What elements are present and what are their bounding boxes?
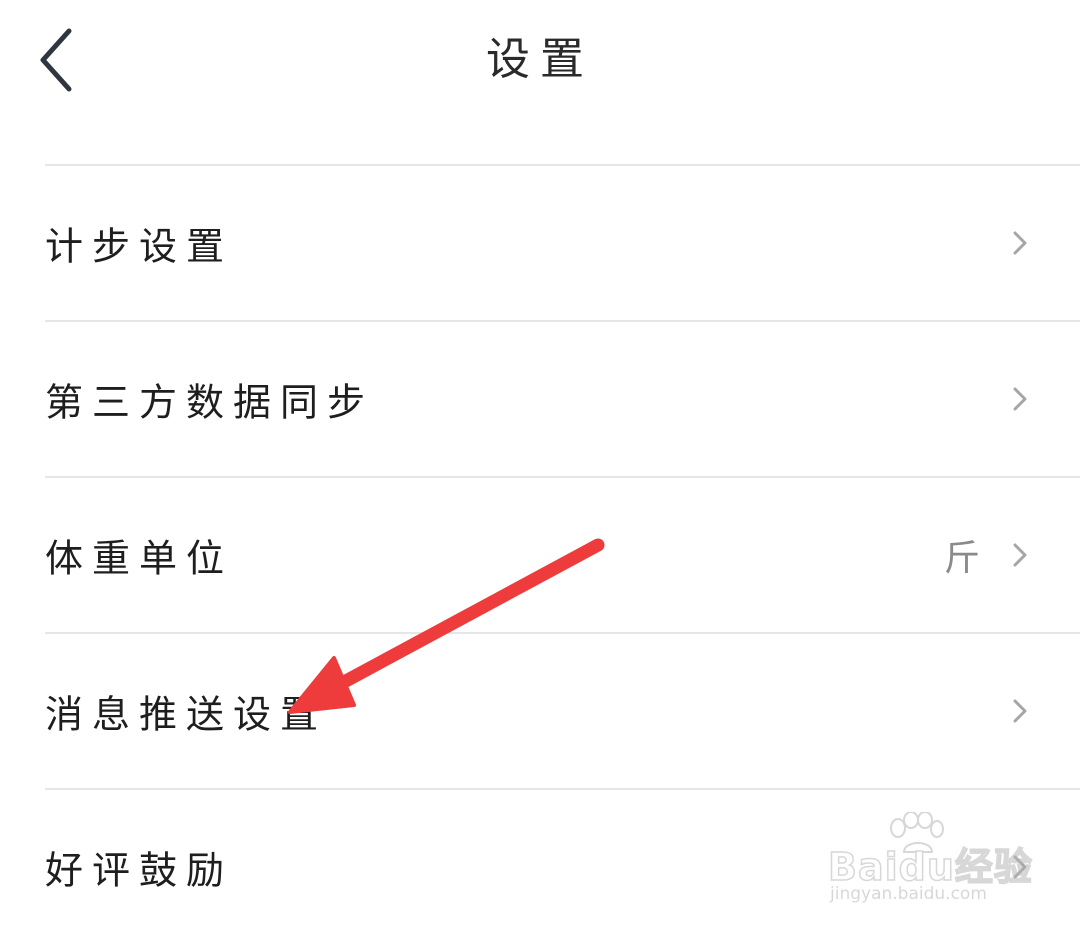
chevron-right-icon: [1013, 387, 1027, 411]
settings-row-rate-app[interactable]: 好评鼓励: [45, 790, 1080, 932]
row-label: 体重单位: [45, 536, 234, 581]
row-label: 消息推送设置: [45, 692, 328, 737]
chevron-right-icon: [1013, 231, 1027, 255]
settings-screen: 设置 计步设置 第三方数据同步 体重单位 斤 消息推送设置 好评鼓励 Baidu…: [0, 0, 1080, 932]
settings-row-push-notifications[interactable]: 消息推送设置: [45, 634, 1080, 788]
settings-list: 计步设置 第三方数据同步 体重单位 斤 消息推送设置 好评鼓励: [45, 164, 1080, 932]
row-label: 计步设置: [45, 224, 234, 269]
chevron-right-icon: [1013, 543, 1027, 567]
page-title: 设置: [486, 34, 594, 85]
weight-unit-value: 斤: [943, 538, 980, 579]
nav-bar: 设置: [0, 0, 1080, 120]
settings-row-step[interactable]: 计步设置: [45, 166, 1080, 320]
row-label: 好评鼓励: [45, 848, 234, 893]
row-label: 第三方数据同步: [45, 380, 375, 425]
chevron-right-icon: [1013, 699, 1027, 723]
chevron-right-icon: [1013, 855, 1027, 879]
settings-row-third-party-sync[interactable]: 第三方数据同步: [45, 322, 1080, 476]
settings-row-weight-unit[interactable]: 体重单位 斤: [45, 478, 1080, 632]
